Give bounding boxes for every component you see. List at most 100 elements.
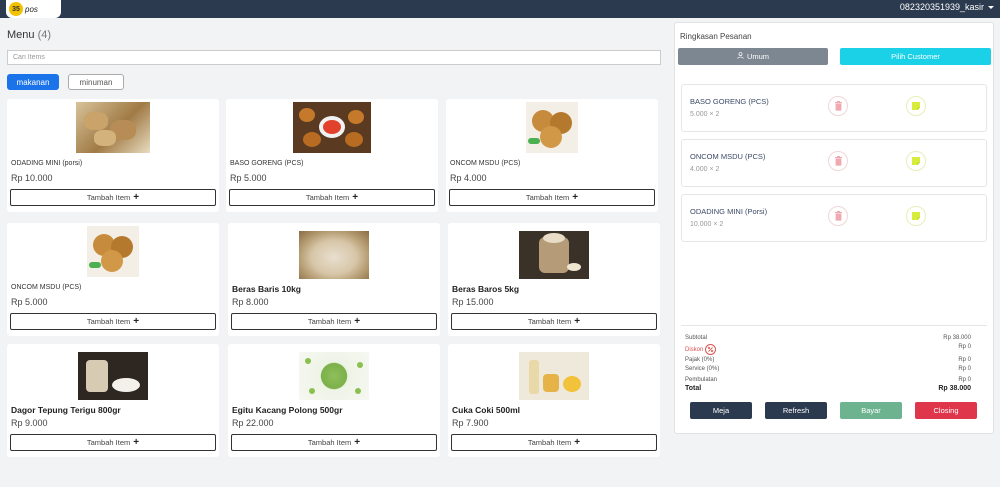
trash-icon [834,156,842,166]
user-icon [737,52,744,61]
discount-row: Diskon Rp 0 [685,344,971,355]
service-value: Rp 0 [958,366,971,372]
oncom-image [87,226,139,277]
add-item-button[interactable]: Tambah Item + [449,189,655,206]
top-navbar: 35 pos 082320351939_kasir [0,0,1000,18]
order-item: ONCOM MSDU (PCS) 4.000 × 2 [681,139,987,187]
order-summary-panel: Ringkasan Pesanan Umum Pilih Customer BA… [674,22,994,434]
plus-icon: + [574,315,581,327]
vinegar-image [519,352,589,400]
tax-value: Rp 0 [958,357,971,363]
product-price: Rp 9.000 [11,418,48,428]
plus-icon: + [354,436,361,448]
order-panel-title: Ringkasan Pesanan [680,32,752,41]
green-peas-image [299,352,369,400]
category-tab-makanan[interactable]: makanan [7,74,59,90]
order-item-qty: 10.000 × 2 [690,221,724,228]
oncom-image [526,102,578,153]
product-card: ONCOM MSDU (PCS) Rp 5.000 Tambah Item + [7,223,219,336]
service-label: Service (0%) [685,366,720,372]
product-price: Rp 8.000 [232,297,269,307]
add-item-button[interactable]: Tambah Item + [229,189,435,206]
product-name: ODADING MINI (porsi) [11,160,83,167]
add-item-label: Tambah Item [86,317,131,326]
note-icon [912,157,920,165]
plus-icon: + [354,315,361,327]
add-note-button[interactable] [906,96,926,116]
product-name: Cuka Coki 500ml [452,405,521,415]
tax-row: Pajak (0%) Rp 0 [685,357,971,363]
add-item-button[interactable]: Tambah Item + [10,189,216,206]
order-item-name: ODADING MINI (Porsi) [690,207,768,216]
product-name: ONCOM MSDU (PCS) [11,284,82,291]
add-item-label: Tambah Item [527,317,572,326]
add-item-button[interactable]: Tambah Item + [10,313,216,330]
logo-text: pos [25,4,38,14]
total-label: Total [685,385,702,392]
add-item-button[interactable]: Tambah Item + [231,313,437,330]
user-menu[interactable]: 082320351939_kasir [900,2,994,12]
note-icon [912,212,920,220]
table-button[interactable]: Meja [690,402,752,419]
closing-button[interactable]: Closing [915,402,977,419]
refresh-button[interactable]: Refresh [765,402,827,419]
delete-item-button[interactable] [828,206,848,226]
product-card: ODADING MINI (porsi) Rp 10.000 Tambah It… [7,99,219,212]
add-item-button[interactable]: Tambah Item + [231,434,437,451]
caret-down-icon [988,5,994,9]
product-price: Rp 22.000 [232,418,274,428]
product-price: Rp 5.000 [230,173,267,183]
add-item-label: Tambah Item [307,317,352,326]
product-card: Cuka Coki 500ml Rp 7.900 Tambah Item + [448,344,660,457]
product-price: Rp 7.900 [452,418,489,428]
product-price: Rp 10.000 [11,173,53,183]
plus-icon: + [574,436,581,448]
delete-item-button[interactable] [828,96,848,116]
rounding-row: Pembulatan Rp 0 [685,377,971,383]
app-logo[interactable]: 35 pos [6,0,61,18]
product-price: Rp 4.000 [450,173,487,183]
service-row: Service (0%) Rp 0 [685,366,971,372]
order-item: ODADING MINI (Porsi) 10.000 × 2 [681,194,987,242]
rounding-label: Pembulatan [685,377,718,383]
pay-button[interactable]: Bayar [840,402,902,419]
username: 082320351939_kasir [899,2,984,12]
search-input[interactable] [7,50,661,65]
delete-item-button[interactable] [828,151,848,171]
fried-dough-image [76,102,150,153]
add-note-button[interactable] [906,151,926,171]
product-card: Dagor Tepung Terigu 800gr Rp 9.000 Tamba… [7,344,219,457]
product-card: ONCOM MSDU (PCS) Rp 4.000 Tambah Item + [446,99,658,212]
discount-toggle[interactable]: Diskon [685,344,717,355]
add-item-button[interactable]: Tambah Item + [451,313,657,330]
add-item-label: Tambah Item [86,438,131,447]
add-item-label: Tambah Item [527,438,572,447]
add-item-label: Tambah Item [86,193,131,202]
category-tab-minuman[interactable]: minuman [68,74,124,90]
select-customer-button[interactable]: Pilih Customer [840,48,991,65]
order-item-name: ONCOM MSDU (PCS) [690,152,766,161]
flour-image [78,352,148,400]
subtotal-row: Subtotal Rp 38.000 [685,335,971,341]
product-card: Beras Baris 10kg Rp 8.000 Tambah Item + [228,223,440,336]
add-item-label: Tambah Item [525,193,570,202]
plus-icon: + [133,191,140,203]
subtotal-label: Subtotal [685,335,708,341]
total-value: Rp 38.000 [938,385,971,392]
add-item-button[interactable]: Tambah Item + [10,434,216,451]
plus-icon: + [572,191,579,203]
order-item-qty: 5.000 × 2 [690,111,720,118]
logo-mark: 35 [9,2,23,16]
add-note-button[interactable] [906,206,926,226]
tax-label: Pajak (0%) [685,357,715,363]
general-customer-button[interactable]: Umum [678,48,828,65]
product-name: BASO GORENG (PCS) [230,160,304,167]
product-card: BASO GORENG (PCS) Rp 5.000 Tambah Item + [226,99,438,212]
total-row: Total Rp 38.000 [685,385,971,392]
note-icon [912,102,920,110]
menu-count: (4) [37,29,52,41]
add-item-button[interactable]: Tambah Item + [451,434,657,451]
product-name: Dagor Tepung Terigu 800gr [11,405,121,415]
order-item-qty: 4.000 × 2 [690,166,720,173]
order-totals [681,325,987,326]
